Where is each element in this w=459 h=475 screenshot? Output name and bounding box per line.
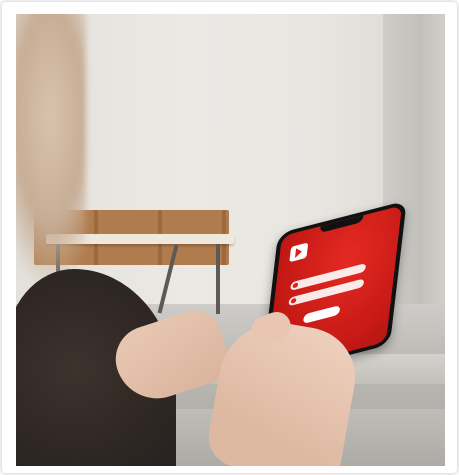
lock-icon [290,297,297,304]
photo-frame [2,2,457,473]
play-logo-icon [289,242,309,263]
person-hair [16,14,86,284]
table-leg [216,244,220,314]
user-icon [292,282,299,289]
login-button[interactable] [302,305,341,325]
photo [16,14,445,466]
